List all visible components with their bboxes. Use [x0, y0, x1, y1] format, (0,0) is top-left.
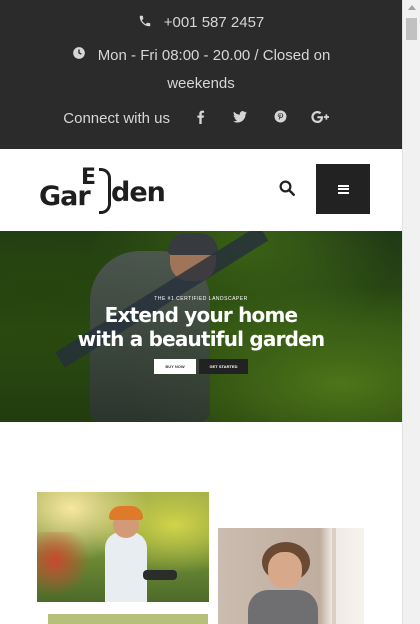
hero-title: Extend your home with a beautiful garden	[0, 303, 402, 351]
hero-title-line1: Extend your home	[104, 303, 298, 327]
phone-row: +001 587 2457	[0, 14, 402, 32]
phone-icon	[138, 14, 152, 32]
social-row: Connect with us	[0, 109, 402, 127]
search-icon	[279, 180, 295, 196]
logo-letter: E	[81, 165, 97, 190]
google-plus-icon[interactable]	[303, 110, 339, 126]
gardener-photo	[37, 492, 209, 602]
hero-banner: THE #1 CERTIFIED LANDSCAPER Extend your …	[0, 231, 402, 422]
buy-now-button[interactable]: BUY NOW	[154, 359, 196, 374]
clock-icon	[72, 42, 86, 70]
facebook-icon[interactable]	[182, 110, 218, 127]
gardener-photo-shirt	[105, 532, 147, 602]
get-started-button[interactable]: GET STARTED	[199, 359, 248, 374]
site-header: Gar E den	[0, 149, 402, 231]
search-button[interactable]	[278, 179, 300, 201]
third-photo-edge	[48, 614, 208, 624]
woman-photo-shirt	[248, 590, 318, 624]
menu-button[interactable]	[316, 164, 370, 214]
connect-label: Connect with us	[63, 109, 171, 127]
logo-text-end: den	[111, 177, 166, 208]
gardener-photo-glove	[143, 570, 177, 580]
phone-number[interactable]: +001 587 2457	[164, 14, 265, 31]
woman-photo-window	[332, 528, 358, 624]
hero-title-line2: with a beautiful garden	[77, 327, 326, 351]
vertical-scrollbar[interactable]	[402, 0, 420, 624]
scrollbar-thumb[interactable]	[406, 18, 417, 40]
opening-hours: Mon - Fri 08:00 - 20.00 / Closed on week…	[97, 47, 331, 93]
gardener-photo-hat	[109, 506, 143, 520]
gardener-photo-flowers	[37, 532, 97, 602]
page: +001 587 2457 Mon - Fri 08:00 - 20.00 / …	[0, 0, 402, 624]
scroll-up-arrow-icon[interactable]	[408, 5, 416, 10]
woman-photo-face	[268, 552, 302, 588]
top-info-bar: +001 587 2457 Mon - Fri 08:00 - 20.00 / …	[0, 0, 402, 149]
logo-brace-shape	[99, 168, 111, 214]
twitter-icon[interactable]	[222, 110, 258, 126]
pinterest-icon[interactable]	[263, 110, 299, 126]
hero-kicker: THE #1 CERTIFIED LANDSCAPER	[154, 296, 248, 302]
menu-icon	[337, 184, 349, 194]
site-logo[interactable]: Gar E den	[37, 165, 187, 217]
woman-photo	[218, 528, 364, 624]
hours-row: Mon - Fri 08:00 - 20.00 / Closed on week…	[0, 42, 402, 98]
